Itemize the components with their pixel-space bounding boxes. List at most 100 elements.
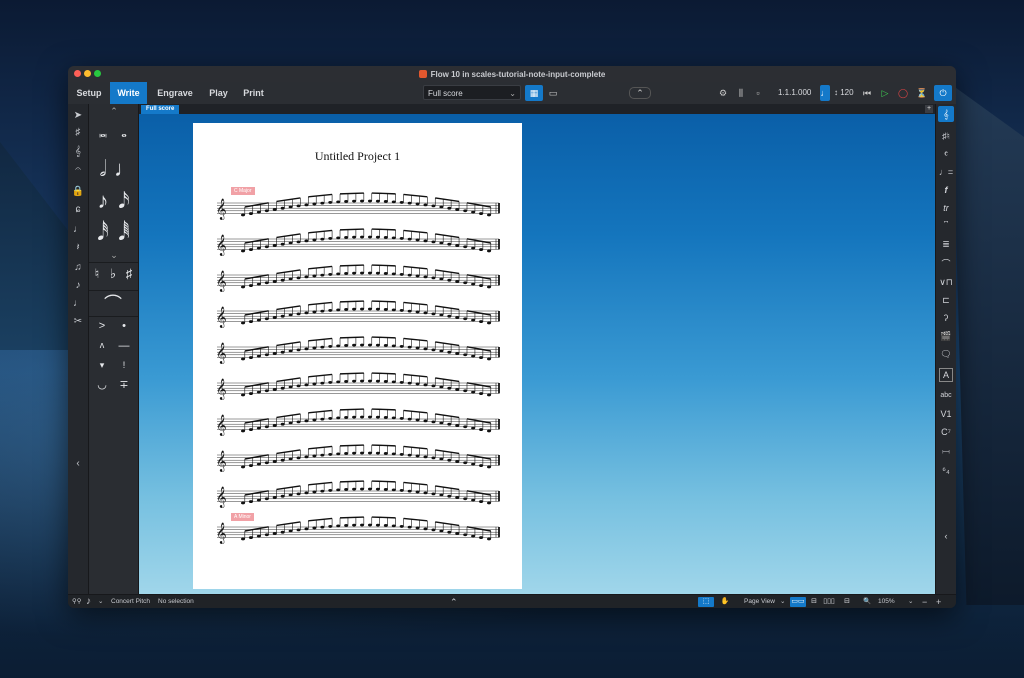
spreads-vertical-icon[interactable]: ⊟ — [808, 597, 820, 607]
galley-view-icon[interactable]: ▦ — [525, 85, 543, 101]
mode-print[interactable]: Print — [234, 82, 273, 104]
pages-horizontal-icon[interactable]: ▯▯▯ — [822, 597, 836, 607]
staccatissimo-icon[interactable]: ▾ — [93, 360, 111, 371]
zoom-out-icon[interactable]: − — [922, 595, 927, 608]
right-toolbox: 𝄞 ♯♮ 𝄴 ♩= f tr ⎴ ≣ ⌒ ∨⊓ ⊏ ʔ 🎬 🗨 A abc V1… — [935, 104, 956, 594]
pages-vertical-icon[interactable]: ⊟ — [842, 597, 852, 607]
metronome-icon[interactable]: ⏳ — [913, 85, 931, 101]
rest-icon[interactable]: 𝄽 — [70, 240, 86, 256]
note-input-icon[interactable]: ♪ — [86, 595, 91, 608]
natural-icon[interactable]: ♮ — [89, 266, 105, 282]
quarter-note-icon[interactable]: ♩ — [114, 156, 136, 182]
view-options-icon[interactable]: ⚲⚲ — [72, 595, 82, 608]
scroll-up-icon[interactable]: ⌃ — [107, 106, 121, 117]
selection-tool-icon[interactable]: ⬚ — [698, 597, 714, 607]
sixteenth-note-icon[interactable]: 𝅘𝅥𝅯 — [114, 188, 134, 214]
chord-input-icon[interactable]: 𝄞 — [70, 144, 86, 160]
select-tool-icon[interactable]: ➤ — [70, 108, 86, 124]
play-icon[interactable]: ▷ — [876, 85, 894, 101]
lines-icon[interactable]: ⊏ — [938, 292, 954, 308]
ornaments-icon[interactable]: tr — [938, 200, 954, 216]
mode-play[interactable]: Play — [203, 82, 234, 104]
staccato-icon[interactable]: • — [115, 320, 133, 332]
breve-note-icon[interactable]: 𝅜 — [93, 124, 113, 141]
fingering-icon[interactable]: ⁶₄ — [938, 462, 954, 478]
svg-text:𝄞: 𝄞 — [216, 487, 227, 508]
concert-pitch-toggle[interactable]: Concert Pitch — [111, 595, 150, 608]
score-page[interactable]: Untitled Project 1 C Major A Minor 𝄞 𝄞 𝄞 𝄞 𝄞… — [193, 123, 522, 589]
dynamics-icon[interactable]: f — [938, 182, 954, 198]
mode-engrave[interactable]: Engrave — [147, 82, 203, 104]
note-input-chevron-icon[interactable]: ⌄ — [98, 595, 103, 608]
hand-tool-icon[interactable]: ✋ — [718, 597, 732, 607]
tremolo-icon[interactable]: ≣ — [938, 236, 954, 252]
key-signature-icon[interactable]: ♯♮ — [938, 128, 954, 144]
mode-write[interactable]: Write — [110, 82, 147, 104]
dot-icon[interactable]: ♩ — [70, 222, 86, 238]
mode-setup[interactable]: Setup — [68, 82, 110, 104]
svg-text:𝄞: 𝄞 — [216, 379, 227, 400]
video-reel-icon[interactable]: ⚙ — [714, 85, 732, 101]
force-duration-icon[interactable]: ɕ — [70, 202, 86, 218]
scissors-icon[interactable]: ✂ — [70, 314, 86, 330]
comments-icon[interactable]: 🗨 — [938, 346, 954, 362]
cue-clapper-icon[interactable]: 🎬 — [938, 328, 954, 344]
marcato-icon[interactable]: ʌ — [93, 340, 111, 350]
accent-icon[interactable]: > — [93, 320, 111, 332]
zoom-icon[interactable]: 🔍 — [863, 595, 871, 608]
chord-symbol-icon[interactable]: C⁷ — [938, 424, 954, 440]
eighth-note-icon[interactable]: ♪ — [93, 188, 113, 214]
lyrics-icon[interactable]: abc — [938, 388, 954, 404]
fermata-icon[interactable]: ⌒ — [938, 256, 954, 272]
zoom-in-icon[interactable]: + — [936, 595, 941, 608]
time-signature-icon[interactable]: 𝄴 — [938, 146, 954, 162]
view-mode-chevron-icon[interactable]: ⌄ — [780, 595, 785, 608]
zoom-level[interactable]: 105% — [878, 595, 895, 608]
stress-icon[interactable]: ! — [115, 360, 133, 370]
score-canvas[interactable]: Untitled Project 1 C Major A Minor 𝄞 𝄞 𝄞 𝄞 𝄞… — [139, 114, 935, 594]
view-mode-select[interactable]: Page View — [744, 595, 775, 608]
show-panels-chevron-icon[interactable]: ⌃ — [629, 87, 651, 99]
whole-note-icon[interactable]: 𝅝 — [114, 124, 134, 141]
grace-note-icon[interactable]: 𝄐 — [70, 162, 86, 178]
slur-icon[interactable]: ⌒ — [95, 290, 131, 316]
sharp-icon[interactable]: ♯ — [121, 266, 137, 281]
figured-bass-icon[interactable]: 𝄩 — [938, 444, 954, 460]
flat-icon[interactable]: ♭ — [105, 266, 121, 282]
tab-full-score[interactable]: Full score — [141, 105, 180, 114]
thirty-second-note-icon[interactable]: 𝅘𝅥𝅰 — [93, 220, 113, 246]
bowing-icon[interactable]: ∨⊓ — [938, 274, 954, 290]
rewind-icon[interactable]: ⏮ — [858, 85, 876, 101]
scroll-down-icon[interactable]: ⌄ — [107, 250, 121, 261]
mixer-icon[interactable]: ⫼ — [732, 85, 750, 101]
add-tab-icon[interactable]: + — [925, 105, 933, 113]
collapse-left-panel-icon[interactable]: ‹ — [70, 456, 86, 472]
keyboard-icon[interactable]: ▫ — [749, 85, 767, 101]
power-icon[interactable]: ⏻ — [934, 85, 952, 101]
tempo-note-icon[interactable]: ♩ — [820, 85, 830, 101]
tenuto-staccato-icon[interactable]: ∓ — [115, 378, 133, 391]
spreads-horizontal-icon[interactable]: ▭▭ — [790, 597, 806, 607]
clef-icon[interactable]: 𝄞 — [938, 106, 954, 122]
tempo-panel-icon[interactable]: ♩= — [938, 164, 954, 180]
repeat-endings-icon[interactable]: ⎴ — [938, 218, 954, 234]
half-note-icon[interactable]: 𝅗𝅥 — [93, 156, 113, 182]
text-icon[interactable]: A — [939, 368, 953, 382]
page-view-icon[interactable]: ▭ — [544, 85, 562, 101]
main-toolbar: Setup Write Engrave Play Print Full scor… — [68, 82, 956, 105]
tenuto-icon[interactable]: — — [115, 340, 133, 352]
lock-duration-icon[interactable]: 🔒 — [70, 184, 86, 200]
record-icon[interactable]: ◯ — [894, 85, 912, 101]
unstress-icon[interactable]: ◡ — [93, 378, 111, 391]
playing-techniques-icon[interactable]: ʔ — [938, 310, 954, 326]
cue-icon[interactable]: ♩ — [70, 296, 86, 312]
slash-note-icon[interactable]: ♪ — [70, 278, 86, 294]
collapse-right-panel-icon[interactable]: ‹ — [938, 528, 954, 544]
layout-selector[interactable]: Full score ⌄ — [423, 85, 521, 100]
insert-mode-icon[interactable]: ♯ — [70, 125, 86, 141]
expand-lower-zone-icon[interactable]: ⌃ — [450, 595, 458, 608]
sixty-fourth-note-icon[interactable]: 𝅘𝅥𝅱 — [114, 220, 134, 246]
roman-numeral-icon[interactable]: V1 — [938, 406, 954, 422]
zoom-chevron-icon[interactable]: ⌄ — [908, 595, 913, 608]
tuplet-icon[interactable]: ♫ — [70, 260, 86, 276]
